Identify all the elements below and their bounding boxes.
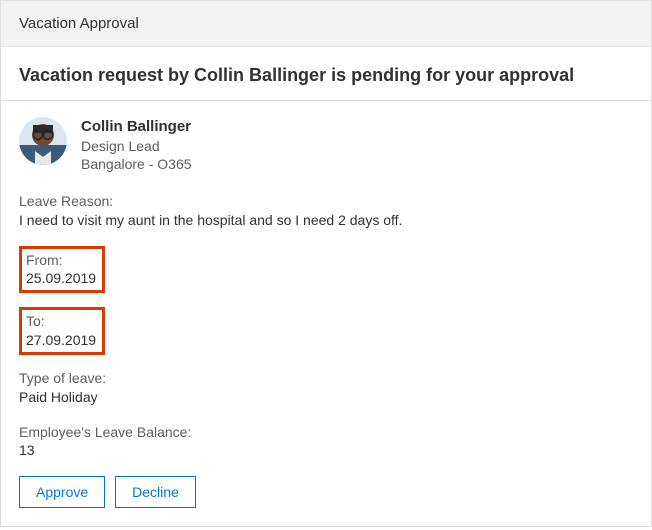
card-subtitle: Vacation request by Collin Ballinger is … bbox=[1, 47, 651, 101]
from-value: 25.09.2019 bbox=[26, 269, 96, 287]
action-buttons: Approve Decline bbox=[19, 476, 633, 508]
requester-profile: Collin Ballinger Design Lead Bangalore -… bbox=[19, 117, 633, 174]
vacation-approval-card: Vacation Approval Vacation request by Co… bbox=[0, 0, 652, 527]
leave-reason-value: I need to visit my aunt in the hospital … bbox=[19, 211, 633, 230]
leave-reason-field: Leave Reason: I need to visit my aunt in… bbox=[19, 192, 633, 230]
card-body: Collin Ballinger Design Lead Bangalore -… bbox=[1, 101, 651, 526]
card-header: Vacation Approval bbox=[1, 1, 651, 47]
leave-type-value: Paid Holiday bbox=[19, 388, 633, 407]
requester-location: Bangalore - O365 bbox=[81, 155, 192, 174]
leave-balance-label: Employee's Leave Balance: bbox=[19, 423, 633, 442]
card-header-title: Vacation Approval bbox=[19, 15, 139, 32]
from-date-box: From: 25.09.2019 bbox=[19, 246, 105, 293]
avatar bbox=[19, 117, 67, 165]
to-label: To: bbox=[26, 312, 96, 330]
leave-reason-label: Leave Reason: bbox=[19, 192, 633, 211]
requester-role: Design Lead bbox=[81, 137, 192, 156]
leave-balance-value: 13 bbox=[19, 441, 633, 460]
requester-info: Collin Ballinger Design Lead Bangalore -… bbox=[81, 117, 192, 174]
leave-type-field: Type of leave: Paid Holiday bbox=[19, 369, 633, 407]
requester-name: Collin Ballinger bbox=[81, 117, 192, 137]
to-date-box: To: 27.09.2019 bbox=[19, 307, 105, 354]
avatar-icon bbox=[19, 117, 67, 165]
approve-button[interactable]: Approve bbox=[19, 476, 105, 508]
from-label: From: bbox=[26, 251, 96, 269]
to-value: 27.09.2019 bbox=[26, 331, 96, 349]
leave-type-label: Type of leave: bbox=[19, 369, 633, 388]
leave-balance-field: Employee's Leave Balance: 13 bbox=[19, 423, 633, 461]
decline-button[interactable]: Decline bbox=[115, 476, 196, 508]
